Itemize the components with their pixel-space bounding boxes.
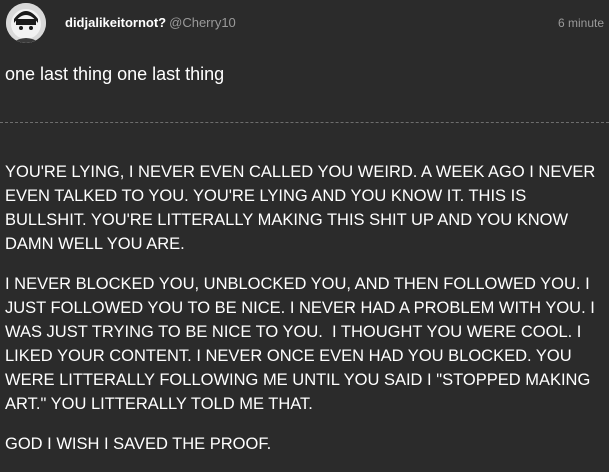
- post-body: YOU'RE LYING, I NEVER EVEN CALLED YOU WE…: [5, 160, 603, 472]
- user-avatar[interactable]: [6, 3, 46, 43]
- author-info: didjalikeitornot? @Cherry10: [65, 15, 236, 30]
- body-paragraph: I NEVER BLOCKED YOU, UNBLOCKED YOU, AND …: [5, 275, 600, 413]
- divider: [0, 122, 609, 123]
- body-paragraph: YOU'RE LYING, I NEVER EVEN CALLED YOU WE…: [5, 163, 600, 253]
- post-title: one last thing one last thing: [5, 64, 225, 84]
- author-handle[interactable]: @Cherry10: [169, 15, 236, 30]
- post-header: didjalikeitornot? @Cherry10 6 minute: [0, 0, 609, 50]
- author-display-name[interactable]: didjalikeitornot?: [65, 15, 166, 30]
- body-paragraph: GOD I WISH I SAVED THE PROOF.: [5, 435, 272, 453]
- avatar-icon: [6, 3, 46, 43]
- post-timestamp: 6 minute: [558, 16, 605, 30]
